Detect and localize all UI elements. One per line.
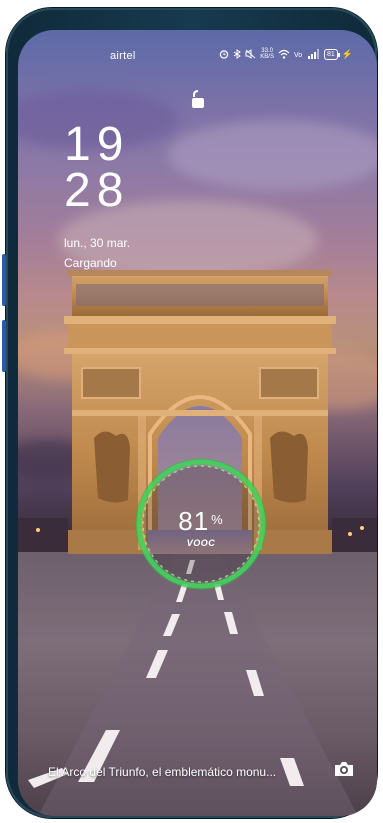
phone-frame: airtel 33.0 KB/S Vo 81 ⚡ 19 28 lun., 30 … [2, 8, 377, 818]
lock-screen: airtel 33.0 KB/S Vo 81 ⚡ 19 28 lun., 30 … [18, 30, 377, 816]
lock-clock: 19 28 [64, 118, 130, 217]
network-speed: 33.0 KB/S [260, 48, 274, 60]
svg-text:Vo: Vo [294, 52, 302, 59]
status-icons: 33.0 KB/S Vo 81 ⚡ [219, 48, 353, 60]
mute-icon [245, 49, 256, 59]
volte-icon: Vo [294, 52, 302, 59]
battery-icon: 81 [323, 48, 340, 60]
carrier-name: airtel [110, 50, 136, 62]
bluetooth-icon [234, 49, 242, 59]
volume-down-button[interactable] [2, 320, 6, 372]
volume-up-button[interactable] [2, 254, 6, 306]
charge-percent-value: 81 [178, 506, 210, 536]
network-speed-unit: KB/S [260, 54, 274, 60]
alarm-icon [220, 50, 229, 59]
signal-icon [307, 49, 319, 59]
clock-hour: 19 [64, 118, 130, 171]
lock-date: lun., 30 mar. [64, 236, 131, 250]
vooc-logo: VOOC [186, 538, 216, 548]
charging-status: Cargando [64, 256, 117, 270]
charging-icon: ⚡ [341, 48, 353, 59]
camera-icon[interactable] [333, 760, 355, 778]
wallpaper-caption[interactable]: El Arco del Triunfo, el emblemático monu… [48, 765, 276, 779]
charge-percentage: 81% [133, 506, 269, 537]
charge-percent-unit: % [211, 512, 224, 527]
unlock-icon[interactable] [190, 88, 206, 110]
status-bar: airtel 33.0 KB/S Vo 81 ⚡ [18, 30, 377, 64]
wifi-icon [278, 49, 290, 59]
clock-minute: 28 [64, 164, 130, 217]
